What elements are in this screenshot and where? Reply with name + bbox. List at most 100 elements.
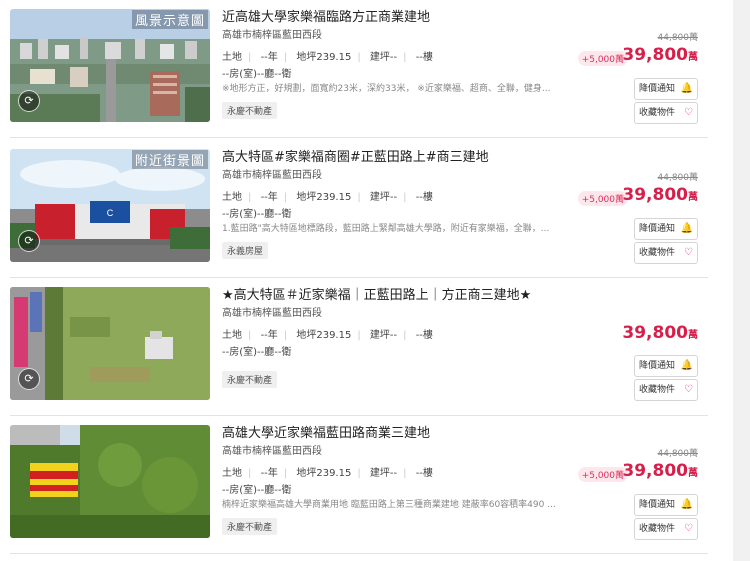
- original-price: 44,800萬: [657, 449, 699, 459]
- spec-building-area: 建坪--: [369, 468, 398, 479]
- favorite-label: 收藏物件: [639, 385, 676, 395]
- spec-floor: --樓: [415, 192, 433, 203]
- spec-land-area: 地坪239.15: [296, 330, 352, 341]
- listing-description: ※地形方正，好規劃，面寬約23米，深約33米， ※近家樂福、超商、全聯，健身..…: [222, 84, 551, 94]
- listing-title[interactable]: 近高雄大學家樂福臨路方正商業建地: [222, 6, 430, 25]
- favorite-button[interactable]: 收藏物件 ♡: [634, 102, 698, 124]
- price-alert-button[interactable]: 降價通知 🔔: [634, 494, 698, 516]
- price-alert-button[interactable]: 降價通知 🔔: [634, 218, 698, 240]
- price-cut-badge: +5,000萬: [577, 51, 628, 66]
- listing-card[interactable]: C 附近街景圖 ⟳ 高大特區#家樂福商圈#正藍田路上#商三建地 高雄市楠梓區藍田…: [10, 140, 708, 278]
- price-cut-badge: +5,000萬: [577, 467, 628, 482]
- listing-photo[interactable]: [10, 425, 210, 538]
- spec-floor: --樓: [415, 52, 433, 63]
- spec-building-area: 建坪--: [369, 192, 398, 203]
- view-360-icon[interactable]: ⟳: [18, 368, 40, 390]
- price-alert-label: 降價通知: [639, 500, 676, 510]
- spec-land-area: 地坪239.15: [296, 192, 352, 203]
- price-alert-button[interactable]: 降價通知 🔔: [634, 355, 698, 377]
- listing-layout: --房(室)--廳--衛: [222, 485, 292, 496]
- favorite-label: 收藏物件: [639, 108, 676, 118]
- spec-land-area: 地坪239.15: [296, 468, 352, 479]
- listing-specs: 土地 | --年 | 地坪239.15 | 建坪-- | --樓: [222, 468, 433, 479]
- listing-title[interactable]: ★高大特區＃近家樂福｜正藍田路上｜方正商三建地★: [222, 284, 531, 303]
- original-price: 44,800萬: [657, 33, 699, 43]
- favorite-label: 收藏物件: [639, 248, 676, 258]
- listing-price: 39,800萬: [622, 461, 698, 481]
- scrollbar-track[interactable]: [733, 0, 750, 561]
- svg-text:C: C: [107, 208, 114, 218]
- listing-specs: 土地 | --年 | 地坪239.15 | 建坪-- | --樓: [222, 52, 433, 63]
- photo-watermark: 附近街景圖: [131, 150, 208, 169]
- listing-photo[interactable]: 風景示意圖 ⟳: [10, 9, 210, 122]
- price-value: 39,800: [622, 45, 688, 65]
- spec-building-area: 建坪--: [369, 330, 398, 341]
- bell-icon: 🔔: [680, 360, 693, 371]
- bell-icon: 🔔: [680, 499, 693, 510]
- spec-age: --年: [260, 468, 278, 479]
- spec-floor: --樓: [415, 468, 433, 479]
- agency-tag: 永慶不動產: [222, 102, 278, 119]
- listing-address: 高雄市楠梓區藍田西段: [222, 446, 322, 457]
- original-price: 44,800萬: [657, 173, 699, 183]
- price-cut-badge: +5,000萬: [577, 191, 628, 206]
- favorite-button[interactable]: 收藏物件 ♡: [634, 242, 698, 264]
- agency-tag: 永義房屋: [222, 242, 269, 259]
- listing-card[interactable]: ⟳ ★高大特區＃近家樂福｜正藍田路上｜方正商三建地★ 高雄市楠梓區藍田西段 土地…: [10, 278, 708, 416]
- price-unit: 萬: [688, 52, 698, 63]
- price-value: 39,800: [622, 185, 688, 205]
- spec-age: --年: [260, 192, 278, 203]
- listing-price: 39,800萬: [622, 323, 698, 343]
- listing-address: 高雄市楠梓區藍田西段: [222, 170, 322, 181]
- agency-tag: 永慶不動產: [222, 371, 278, 388]
- spec-land-area: 地坪239.15: [296, 52, 352, 63]
- price-alert-label: 降價通知: [639, 224, 676, 234]
- listing-layout: --房(室)--廳--衛: [222, 347, 292, 358]
- bell-icon: 🔔: [680, 83, 693, 94]
- view-360-icon[interactable]: ⟳: [18, 90, 40, 112]
- listing-description: 楠梓近家樂福高雄大學商業用地 臨藍田路上第三種商業建地 建蔽率60容積率490 …: [222, 500, 556, 510]
- heart-icon: ♡: [684, 384, 693, 395]
- spec-type: 土地: [222, 330, 242, 341]
- favorite-label: 收藏物件: [639, 524, 676, 534]
- bell-icon: 🔔: [680, 223, 693, 234]
- price-value: 39,800: [622, 461, 688, 481]
- listing-address: 高雄市楠梓區藍田西段: [222, 30, 322, 41]
- price-alert-button[interactable]: 降價通知 🔔: [634, 78, 698, 100]
- spec-type: 土地: [222, 468, 242, 479]
- listing-photo[interactable]: C 附近街景圖 ⟳: [10, 149, 210, 262]
- heart-icon: ♡: [684, 107, 693, 118]
- price-unit: 萬: [688, 468, 698, 479]
- listing-card[interactable]: 高雄大學近家樂福藍田路商業三建地 高雄市楠梓區藍田西段 土地 | --年 | 地坪2…: [10, 416, 708, 554]
- listing-address: 高雄市楠梓區藍田西段: [222, 308, 322, 319]
- favorite-button[interactable]: 收藏物件 ♡: [634, 379, 698, 401]
- agency-tag: 永慶不動產: [222, 518, 278, 535]
- listing-price: 39,800萬: [622, 185, 698, 205]
- spec-type: 土地: [222, 192, 242, 203]
- listing-photo[interactable]: ⟳: [10, 287, 210, 400]
- listing-specs: 土地 | --年 | 地坪239.15 | 建坪-- | --樓: [222, 192, 433, 203]
- price-unit: 萬: [688, 330, 698, 341]
- favorite-button[interactable]: 收藏物件 ♡: [634, 518, 698, 540]
- spec-floor: --樓: [415, 330, 433, 341]
- listing-layout: --房(室)--廳--衛: [222, 69, 292, 80]
- price-value: 39,800: [622, 323, 688, 343]
- price-alert-label: 降價通知: [639, 84, 676, 94]
- listing-layout: --房(室)--廳--衛: [222, 209, 292, 220]
- spec-age: --年: [260, 330, 278, 341]
- spec-type: 土地: [222, 52, 242, 63]
- listing-title[interactable]: 高大特區#家樂福商圈#正藍田路上#商三建地: [222, 146, 489, 165]
- view-360-icon[interactable]: ⟳: [18, 230, 40, 252]
- listing-title[interactable]: 高雄大學近家樂福藍田路商業三建地: [222, 422, 430, 441]
- price-alert-label: 降價通知: [639, 361, 676, 371]
- spec-building-area: 建坪--: [369, 52, 398, 63]
- spec-age: --年: [260, 52, 278, 63]
- price-unit: 萬: [688, 192, 698, 203]
- listing-price: 39,800萬: [622, 45, 698, 65]
- listing-specs: 土地 | --年 | 地坪239.15 | 建坪-- | --樓: [222, 330, 433, 341]
- listing-description: 1.藍田路"高大特區地標路段，藍田路上緊鄰高雄大學路，附近有家樂福，全聯，...: [222, 224, 550, 234]
- listing-card[interactable]: 風景示意圖 ⟳ 近高雄大學家樂福臨路方正商業建地 高雄市楠梓區藍田西段 土地 | …: [10, 0, 708, 138]
- heart-icon: ♡: [684, 247, 693, 258]
- photo-watermark: 風景示意圖: [131, 10, 208, 29]
- heart-icon: ♡: [684, 523, 693, 534]
